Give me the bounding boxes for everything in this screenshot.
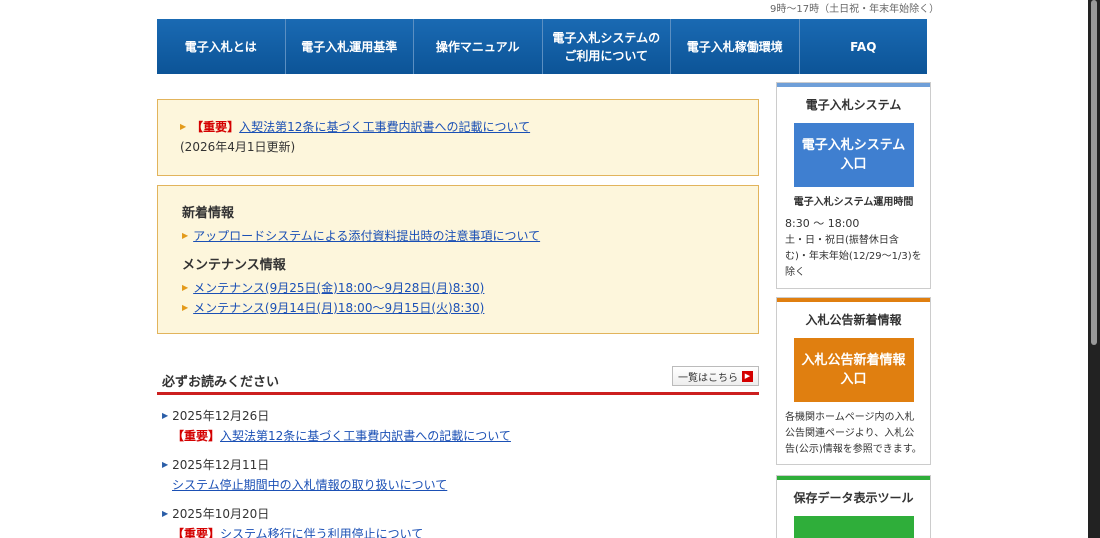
- news-link[interactable]: システム移行に伴う利用停止について: [220, 527, 423, 538]
- important-tag: 【重要】: [172, 527, 221, 538]
- nav-label: 操作マニュアル: [435, 39, 520, 54]
- maintenance-link[interactable]: メンテナンス(9月14日(月)18:00～9月15日(火)8:30): [193, 301, 484, 315]
- triangle-icon: ▶: [182, 303, 189, 312]
- update-date: (2026年4月1日更新): [180, 140, 296, 154]
- hours-title: 電子入札システム運用時間: [793, 197, 914, 208]
- news-box: 新着情報 ▶ アップロードシステムによる添付資料提出時の注意事項について メンテナ…: [157, 185, 759, 334]
- panel-bar: [777, 476, 930, 480]
- news-item: ▶ 2025年10月20日 【重要】システム移行に伴う利用停止について: [162, 505, 762, 538]
- important-tag: 【重要】: [191, 120, 240, 134]
- nav-label: FAQ: [850, 39, 877, 54]
- news-link[interactable]: 入契法第12条に基づく工事費内訳書への記載について: [220, 429, 511, 443]
- news-date: 2025年12月26日: [172, 409, 270, 423]
- whatsnew-title: 新着情報: [182, 206, 235, 221]
- service-hours-note: 9時～17時（土日祝・年末年始除く）: [770, 4, 940, 15]
- global-nav: 電子入札とは 電子入札運用基準 操作マニュアル 電子入札システムの ご利用につい…: [157, 19, 927, 74]
- scrollbar-thumb[interactable]: [1091, 0, 1097, 345]
- important-notice-box: ▶ 【重要】入契法第12条に基づく工事費内訳書への記載について (2026年4月1…: [157, 99, 759, 176]
- bid-notice-entry-button[interactable]: 入札公告新着情報 入口: [793, 338, 914, 402]
- panel-title: 入札公告新着情報: [805, 313, 902, 327]
- maintenance-title: メンテナンス情報: [182, 258, 286, 273]
- triangle-icon: ▶: [182, 283, 189, 292]
- panel-title: 電子入札システム: [805, 98, 902, 112]
- panel-title: 保存データ表示ツール: [793, 491, 914, 505]
- triangle-icon: ▶: [180, 122, 187, 131]
- arrow-right-icon: ▶: [742, 370, 753, 382]
- panel-bar: [777, 298, 930, 302]
- nav-usage[interactable]: 電子入札システムの ご利用について: [542, 19, 671, 74]
- nav-manual[interactable]: 操作マニュアル: [414, 19, 543, 74]
- scrollbar[interactable]: [1088, 0, 1100, 538]
- triangle-icon: ▶: [162, 411, 169, 420]
- important-tag: 【重要】: [172, 429, 221, 443]
- nav-label: 電子入札とは: [184, 39, 257, 54]
- ebid-entry-button[interactable]: 電子入札システム 入口: [793, 123, 914, 187]
- hours-exception: 土・日・祝日(振替休日含む)・年末年始(12/29～1/3)を除く: [785, 234, 922, 278]
- nav-standards[interactable]: 電子入札運用基準: [285, 19, 414, 74]
- nav-label: 電子入札運用基準: [301, 39, 398, 54]
- nav-about[interactable]: 電子入札とは: [157, 19, 286, 74]
- maintenance-link[interactable]: メンテナンス(9月25日(金)18:00～9月28日(月)8:30): [193, 281, 484, 295]
- saved-data-tool-button[interactable]: [793, 516, 914, 538]
- section-divider: [157, 392, 759, 395]
- nav-label: 電子入札システムの ご利用について: [552, 30, 661, 63]
- bid-notice-panel: 入札公告新着情報 入札公告新着情報 入口 各機関ホームページ内の入札公告関連ペー…: [776, 297, 931, 465]
- view-list-label: 一覧はこちら: [678, 372, 738, 384]
- view-list-button[interactable]: 一覧はこちら ▶: [672, 366, 759, 386]
- news-date: 2025年12月11日: [172, 458, 270, 472]
- news-item: ▶ 2025年12月26日 【重要】入契法第12条に基づく工事費内訳書への記載につ…: [162, 407, 762, 444]
- nav-label: 電子入札稼働環境: [686, 39, 783, 54]
- nav-environment[interactable]: 電子入札稼働環境: [671, 19, 800, 74]
- ebid-system-panel: 電子入札システム 電子入札システム 入口 電子入札システム運用時間 8:30 ～…: [776, 82, 931, 289]
- saved-data-tool-panel: 保存データ表示ツール: [776, 475, 931, 538]
- triangle-icon: ▶: [162, 509, 169, 518]
- triangle-icon: ▶: [182, 231, 189, 240]
- hours-time: 8:30 ～ 18:00: [785, 217, 860, 230]
- important-notice-link[interactable]: 入契法第12条に基づく工事費内訳書への記載について: [239, 120, 530, 134]
- panel-bar: [777, 83, 930, 87]
- news-link[interactable]: システム停止期間中の入札情報の取り扱いについて: [172, 478, 447, 492]
- bid-notice-desc: 各機関ホームページ内の入札公告関連ページより、入札公告(公示)情報を参照できます…: [785, 412, 922, 455]
- triangle-icon: ▶: [162, 460, 169, 469]
- nav-faq[interactable]: FAQ: [799, 19, 927, 74]
- news-item: ▶ 2025年12月11日 システム停止期間中の入札情報の取り扱いについて: [162, 456, 762, 493]
- news-date: 2025年10月20日: [172, 507, 270, 521]
- whatsnew-link[interactable]: アップロードシステムによる添付資料提出時の注意事項について: [193, 229, 540, 243]
- must-read-title: 必ずお読みください: [162, 375, 280, 390]
